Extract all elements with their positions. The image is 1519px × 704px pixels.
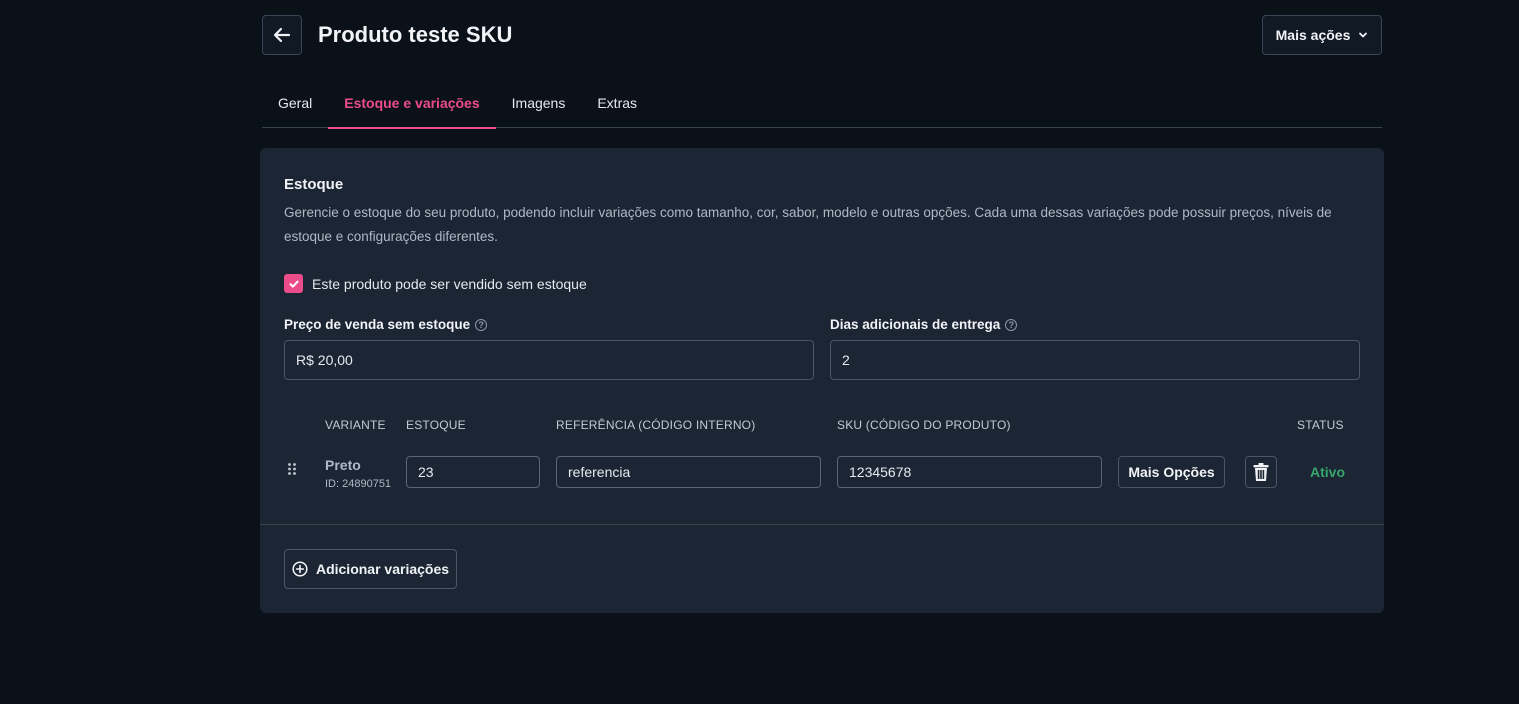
extra-delivery-days-label-text: Dias adicionais de entrega	[830, 317, 1001, 332]
page-title: Produto teste SKU	[318, 22, 513, 47]
trash-icon	[1253, 463, 1269, 481]
column-header-status: STATUS	[1297, 418, 1344, 432]
variant-name: Preto	[325, 457, 361, 473]
tab-bar: Geral Estoque e variações Imagens Extras	[262, 80, 1382, 129]
column-header-variant: VARIANTE	[325, 418, 386, 432]
page-header: Produto teste SKU Mais ações	[262, 15, 1382, 55]
price-without-stock-label: Preço de venda sem estoque ?	[284, 317, 488, 332]
drag-handle-icon[interactable]	[286, 462, 298, 476]
tab-extras[interactable]: Extras	[581, 80, 653, 128]
delete-variant-button[interactable]	[1245, 456, 1277, 488]
plus-circle-icon	[292, 561, 308, 577]
tab-estoque-e-variacoes[interactable]: Estoque e variações	[328, 80, 497, 129]
sell-without-stock-label: Este produto pode ser vendido sem estoqu…	[312, 275, 587, 292]
variant-stock-input[interactable]: 23	[406, 456, 540, 488]
column-header-reference: REFERÊNCIA (CÓDIGO INTERNO)	[556, 418, 756, 432]
more-options-button[interactable]: Mais Opções	[1118, 456, 1225, 488]
price-without-stock-label-text: Preço de venda sem estoque	[284, 317, 471, 332]
column-header-stock: ESTOQUE	[406, 418, 466, 432]
add-variations-label: Adicionar variações	[315, 561, 450, 577]
sell-without-stock-checkbox[interactable]	[284, 274, 303, 293]
column-header-sku: SKU (CÓDIGO DO PRODUTO)	[837, 418, 1011, 432]
section-title: Estoque	[284, 176, 344, 193]
sell-without-stock-row: Este produto pode ser vendido sem estoqu…	[284, 274, 587, 293]
extra-delivery-days-label: Dias adicionais de entrega ?	[830, 317, 1018, 332]
chevron-down-icon	[1359, 32, 1368, 38]
add-variations-button[interactable]: Adicionar variações	[284, 549, 457, 589]
check-icon	[289, 280, 299, 288]
variant-status-badge: Ativo	[1310, 464, 1345, 480]
help-icon[interactable]: ?	[1005, 318, 1018, 331]
variant-reference-input[interactable]: referencia	[556, 456, 821, 488]
divider	[260, 524, 1384, 525]
variant-id: ID: 24890751	[325, 478, 392, 490]
tab-imagens[interactable]: Imagens	[496, 80, 582, 128]
back-button[interactable]	[262, 15, 302, 55]
arrow-left-icon	[273, 27, 291, 43]
stock-card: Estoque Gerencie o estoque do seu produt…	[260, 148, 1384, 613]
tab-geral[interactable]: Geral	[262, 80, 328, 128]
help-icon[interactable]: ?	[475, 318, 488, 331]
more-actions-label: Mais ações	[1275, 27, 1351, 43]
more-actions-button[interactable]: Mais ações	[1262, 15, 1382, 55]
variant-sku-input[interactable]: 12345678	[837, 456, 1102, 488]
extra-delivery-days-input[interactable]: 2	[830, 340, 1360, 380]
price-without-stock-input[interactable]: R$ 20,00	[284, 340, 814, 380]
section-description: Gerencie o estoque do seu produto, poden…	[284, 205, 1332, 244]
